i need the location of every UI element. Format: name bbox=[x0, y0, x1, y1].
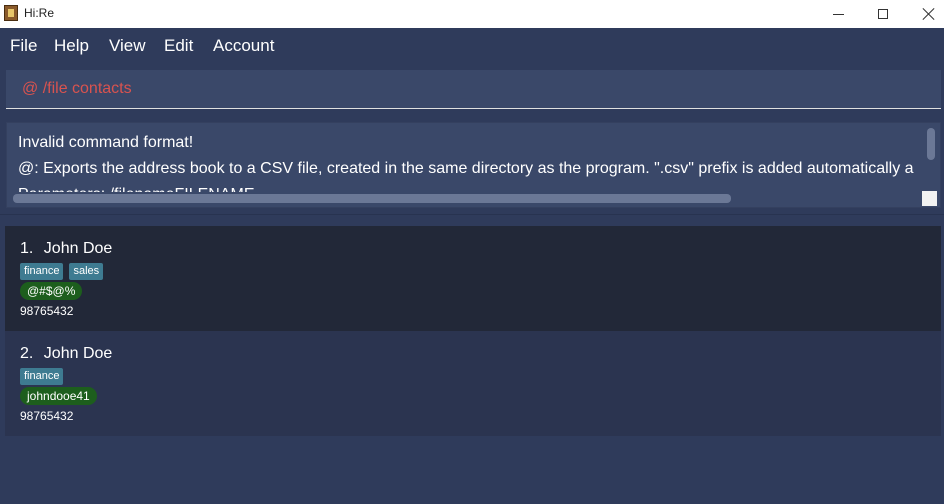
contact-phone: 98765432 bbox=[20, 409, 74, 423]
app-icon bbox=[4, 5, 18, 21]
menu-help[interactable]: Help bbox=[54, 36, 89, 56]
result-line: Invalid command format! bbox=[18, 134, 194, 151]
maximize-button[interactable] bbox=[860, 0, 906, 28]
menu-file[interactable]: File bbox=[10, 36, 37, 56]
scroll-corner bbox=[922, 191, 937, 206]
contact-list: 1. John Doe finance sales @#$@% 98765432… bbox=[5, 226, 941, 436]
menu-account[interactable]: Account bbox=[213, 36, 274, 56]
minimize-button[interactable] bbox=[815, 0, 861, 28]
contact-name-text: John Doe bbox=[43, 345, 113, 362]
contact-name: 1. John Doe bbox=[20, 240, 112, 258]
window-title: Hi:Re bbox=[24, 6, 55, 20]
menu-bar: File Help View Edit Account bbox=[0, 28, 944, 64]
maximize-icon bbox=[878, 9, 888, 19]
menu-edit[interactable]: Edit bbox=[164, 36, 193, 56]
contact-index: 2. bbox=[20, 345, 34, 362]
minimize-icon bbox=[832, 13, 844, 15]
contact-name: 2. John Doe bbox=[20, 345, 112, 363]
divider bbox=[0, 214, 944, 215]
command-input[interactable]: @ /file contacts bbox=[6, 70, 941, 109]
contact-card[interactable]: 1. John Doe finance sales @#$@% 98765432 bbox=[5, 226, 941, 331]
tag-list: finance sales bbox=[20, 263, 104, 280]
contact-card[interactable]: 2. John Doe finance johndooe41 98765432 bbox=[5, 331, 941, 436]
contact-handle: johndooe41 bbox=[20, 387, 97, 405]
tag: sales bbox=[69, 263, 104, 280]
close-icon bbox=[922, 7, 936, 21]
contact-index: 1. bbox=[20, 240, 34, 257]
command-input-text: @ /file contacts bbox=[22, 80, 132, 97]
result-line: Parameters: /filenameFILENAME bbox=[18, 182, 923, 192]
contact-name-text: John Doe bbox=[43, 240, 113, 257]
horizontal-scrollbar[interactable] bbox=[13, 194, 731, 203]
close-button[interactable] bbox=[906, 0, 944, 28]
result-line: @: Exports the address book to a CSV fil… bbox=[18, 160, 914, 177]
tag: finance bbox=[20, 368, 64, 385]
tag: finance bbox=[20, 263, 64, 280]
tag-list: finance bbox=[20, 368, 64, 385]
vertical-scrollbar[interactable] bbox=[927, 128, 935, 160]
contact-handle: @#$@% bbox=[20, 282, 83, 300]
contact-phone: 98765432 bbox=[20, 304, 74, 318]
result-display[interactable]: Invalid command format! @: Exports the a… bbox=[6, 122, 941, 208]
menu-view[interactable]: View bbox=[109, 36, 146, 56]
result-text: Invalid command format! @: Exports the a… bbox=[18, 130, 923, 192]
title-bar: Hi:Re bbox=[0, 0, 944, 28]
